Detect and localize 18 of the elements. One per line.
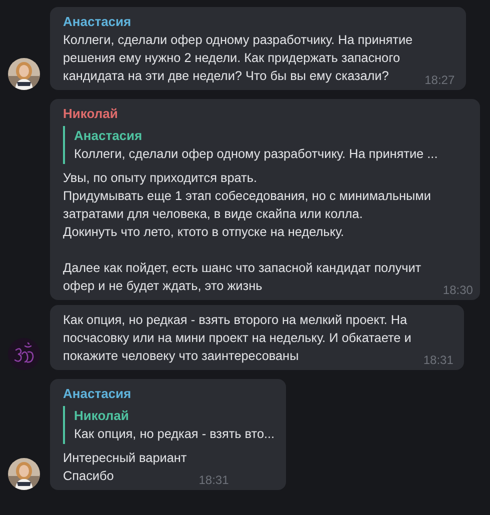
avatar-icon: [8, 338, 40, 370]
reply-text: Как опция, но редкая - взять вто...: [74, 426, 275, 443]
reply-text: Коллеги, сделали офер одному разработчику. На принятие ...: [74, 146, 439, 163]
reply-quote[interactable]: Николай Как опция, но редкая - взять вто...: [63, 406, 275, 444]
message-time: 18:27: [424, 73, 455, 87]
sender-name[interactable]: Анастасия: [63, 385, 275, 402]
message-text: Как опция, но редкая - взять второго на мелкий проект. На посчасовку или на мини проект на недельку. И обкатаете и покажите человеку что заинтересованы: [63, 312, 412, 365]
message-time: 18:31: [423, 353, 454, 367]
message-time: 18:31: [198, 473, 229, 487]
message-text: Увы, по опыту приходится врать. Придумывать еще 1 этап собеседования, но с минимальными затратами для человека, в виде скайпа или колла. Докинуть что лето, ктото в отпуске на недельку. Далее как пойдет, есть шанс что запасной кандидат получит офер и не будет ждать, это жизнь: [63, 170, 431, 295]
message-text: Интересный вариант Спасибо: [63, 450, 187, 485]
sender-name[interactable]: Анастасия: [63, 13, 455, 30]
sender-name[interactable]: Николай: [63, 105, 469, 122]
message-text: Коллеги, сделали офер одному разработчику. На принятие решения ему нужно 2 недели. Как придержать запасного кандидата на эти две недели? Что бы вы ему сказали?: [63, 32, 413, 85]
reply-author: Николай: [74, 407, 130, 425]
reply-author: Анастасия: [74, 127, 144, 145]
message-time: 18:30: [442, 283, 473, 297]
reply-quote[interactable]: Анастасия Коллеги, сделали офер одному разработчику. На принятие ...: [63, 126, 469, 164]
